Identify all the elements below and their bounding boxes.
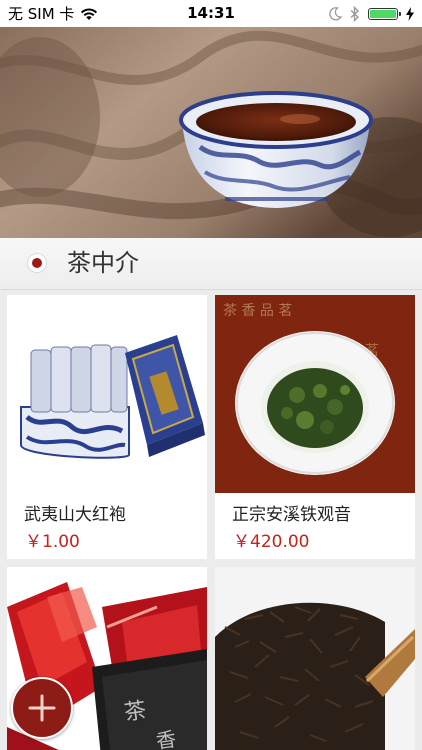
- svg-text:茶: 茶: [123, 698, 148, 726]
- svg-text:香: 香: [154, 727, 177, 750]
- status-bar: 无 SIM 卡 14:31: [0, 0, 422, 27]
- product-card-1[interactable]: 武夷山大红袍 ￥1.00: [7, 295, 207, 559]
- bolt-icon: [406, 6, 414, 21]
- product-name: 武夷山大红袍: [24, 505, 126, 525]
- tieguanyin-bowl: 茶 香 品 茗 茗: [215, 295, 415, 493]
- bluetooth-icon: [350, 5, 360, 22]
- status-right: [328, 0, 414, 27]
- tea-cup-banner: [0, 27, 422, 238]
- tea-tin-blue-white: [7, 295, 207, 493]
- add-button[interactable]: [11, 677, 73, 739]
- app-screen: 无 SIM 卡 14:31 茶中介 武夷山大红袍 ￥1.00 茶 香 品 茗 茗…: [0, 0, 422, 750]
- product-price: ￥1.00: [25, 532, 80, 552]
- plus-icon: [28, 694, 56, 722]
- section-header: 茶中介: [0, 238, 422, 290]
- svg-text:茶 香 品 茗: 茶 香 品 茗: [223, 303, 292, 319]
- battery-indicator: [368, 7, 401, 20]
- battery-fill: [370, 9, 396, 18]
- moon-icon: [329, 6, 342, 20]
- product-name: 正宗安溪铁观音: [232, 505, 351, 525]
- loose-black-tea-scoop: [215, 567, 415, 750]
- section-dot-icon: [27, 253, 47, 273]
- section-title: 茶中介: [67, 249, 139, 277]
- product-card-4[interactable]: [215, 567, 415, 750]
- product-card-2[interactable]: 茶 香 品 茗 茗 正宗安溪铁观音 ￥420.00: [215, 295, 415, 559]
- banner-image[interactable]: [0, 27, 422, 238]
- product-price: ￥420.00: [233, 532, 310, 552]
